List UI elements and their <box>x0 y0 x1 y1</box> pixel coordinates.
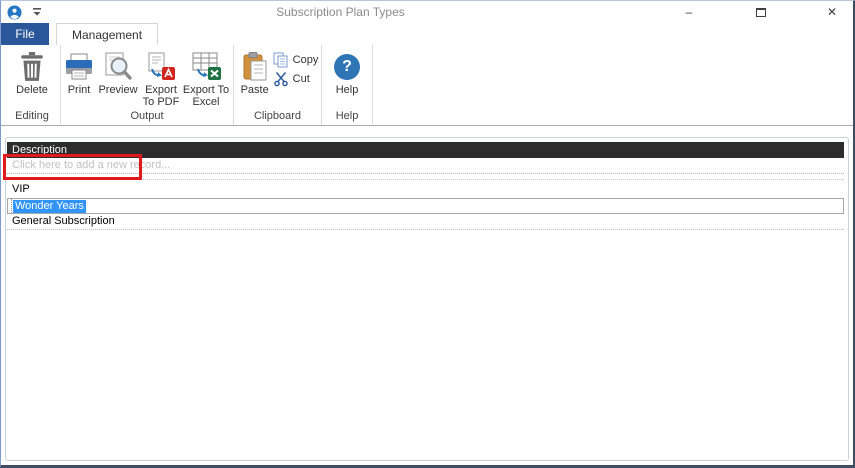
close-button[interactable]: ✕ <box>821 3 843 21</box>
export-pdf-icon <box>146 49 176 84</box>
table-row-selected[interactable]: Wonder Years <box>7 198 844 214</box>
paste-label: Paste <box>241 84 269 96</box>
copy-icon <box>273 52 289 68</box>
export-pdf-label: Export To PDF <box>141 84 181 108</box>
paste-clipboard-icon <box>242 49 268 84</box>
ribbon-tabs: File Management <box>1 23 853 45</box>
delete-label: Delete <box>16 84 48 96</box>
paste-button[interactable]: Paste <box>237 47 273 96</box>
print-label: Print <box>68 84 91 96</box>
grid-panel: Description Click here to add a new reco… <box>5 137 849 461</box>
titlebar: Subscription Plan Types – ✕ <box>1 1 853 23</box>
ribbon-group-help: ? Help Help <box>322 45 373 125</box>
table-row[interactable]: VIP <box>7 180 844 198</box>
preview-label: Preview <box>98 84 137 96</box>
row-focus-indicator <box>8 199 12 213</box>
clipboard-small-buttons: Copy Cut <box>273 47 319 87</box>
help-button[interactable]: ? Help <box>327 47 367 96</box>
copy-button[interactable]: Copy <box>273 52 319 68</box>
trash-icon <box>19 49 45 84</box>
printer-icon <box>64 49 94 84</box>
maximize-button[interactable] <box>750 3 772 21</box>
group-label-clipboard: Clipboard <box>234 109 321 125</box>
app-window: Subscription Plan Types – ✕ File Managem… <box>0 0 855 468</box>
cut-label: Cut <box>293 73 310 85</box>
export-pdf-button[interactable]: Export To PDF <box>141 47 181 108</box>
export-excel-icon <box>190 49 222 84</box>
scissors-icon <box>273 71 289 87</box>
tab-file[interactable]: File <box>1 23 49 45</box>
preview-magnifier-icon <box>103 49 133 84</box>
help-icon: ? <box>334 49 360 84</box>
annotation-highlight <box>3 154 142 180</box>
maximize-icon <box>756 8 766 17</box>
export-excel-button[interactable]: Export To Excel <box>181 47 231 108</box>
tab-management[interactable]: Management <box>56 23 158 45</box>
row-text-selected: Wonder Years <box>13 200 86 213</box>
export-excel-label: Export To Excel <box>181 84 231 108</box>
group-label-editing: Editing <box>4 109 60 125</box>
ribbon-group-editing: Delete Editing <box>4 45 61 125</box>
group-label-output: Output <box>61 109 233 125</box>
app-logo-icon[interactable] <box>7 5 22 20</box>
preview-button[interactable]: Preview <box>95 47 141 96</box>
ribbon: Delete Editing <box>1 45 853 126</box>
window-controls: – ✕ <box>678 3 853 21</box>
ribbon-group-output: Print Preview <box>61 45 234 125</box>
cut-button[interactable]: Cut <box>273 71 319 87</box>
ribbon-group-clipboard: Paste Copy <box>234 45 322 125</box>
group-label-help: Help <box>322 109 372 125</box>
window-title: Subscription Plan Types <box>43 5 678 19</box>
table-row[interactable]: General Subscription <box>7 214 844 230</box>
delete-button[interactable]: Delete <box>12 47 52 96</box>
quick-access-dropdown-icon[interactable] <box>31 7 43 17</box>
copy-label: Copy <box>293 54 319 66</box>
help-label: Help <box>336 84 359 96</box>
minimize-button[interactable]: – <box>678 3 700 21</box>
print-button[interactable]: Print <box>63 47 95 96</box>
